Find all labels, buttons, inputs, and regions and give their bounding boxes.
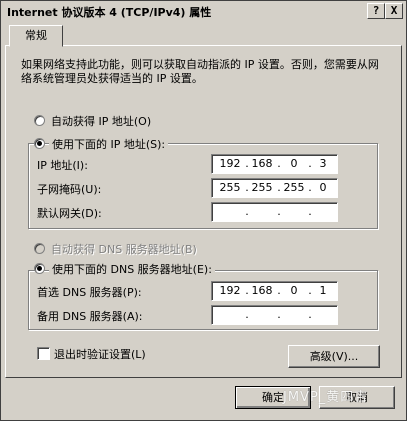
ipv4-properties-dialog: Internet 协议版本 4 (TCP/IPv4) 属性 ? X 常规 如果网… <box>0 0 407 421</box>
validate-on-exit-label: 退出时验证设置(L) <box>54 348 146 361</box>
manual-dns-radio[interactable] <box>34 263 45 274</box>
watermark-text: JMVP_黄四吉 <box>283 390 369 405</box>
alternate-dns-label: 备用 DNS 服务器(A): <box>37 310 143 323</box>
alternate-dns-field[interactable]: . . . <box>211 305 338 325</box>
tab-general[interactable]: 常规 <box>9 25 63 47</box>
description-text: 如果网络支持此功能，则可以获取自动指派的 IP 设置。否则，您需要从网络系统管理… <box>21 58 379 85</box>
help-button[interactable]: ? <box>367 3 385 19</box>
preferred-dns-label: 首选 DNS 服务器(P): <box>37 286 142 299</box>
window-title: Internet 协议版本 4 (TCP/IPv4) 属性 <box>7 6 212 19</box>
ip-address-label: IP 地址(I): <box>37 159 88 172</box>
preferred-dns-field[interactable]: 192. 168. 0. 1 <box>211 281 338 301</box>
manual-ip-radio[interactable] <box>34 138 45 149</box>
auto-dns-label: 自动获得 DNS 服务器地址(B) <box>51 243 197 256</box>
auto-ip-label: 自动获得 IP 地址(O) <box>51 115 152 128</box>
auto-ip-radio[interactable] <box>34 115 45 126</box>
default-gateway-field[interactable]: . . . <box>211 202 338 222</box>
advanced-button[interactable]: 高级(V)... <box>288 345 380 368</box>
title-bar[interactable]: Internet 协议版本 4 (TCP/IPv4) 属性 ? X <box>3 3 404 19</box>
manual-dns-label: 使用下面的 DNS 服务器地址(E): <box>49 261 215 277</box>
manual-ip-label: 使用下面的 IP 地址(S): <box>49 136 169 152</box>
subnet-mask-field[interactable]: 255. 255. 255. 0 <box>211 178 338 198</box>
subnet-mask-label: 子网掩码(U): <box>37 183 102 196</box>
auto-dns-radio[interactable] <box>34 243 45 254</box>
default-gateway-label: 默认网关(D): <box>37 207 102 220</box>
close-button[interactable]: X <box>385 3 403 19</box>
ip-address-field[interactable]: 192. 168. 0. 3 <box>211 154 338 174</box>
validate-on-exit-checkbox[interactable] <box>37 347 50 360</box>
